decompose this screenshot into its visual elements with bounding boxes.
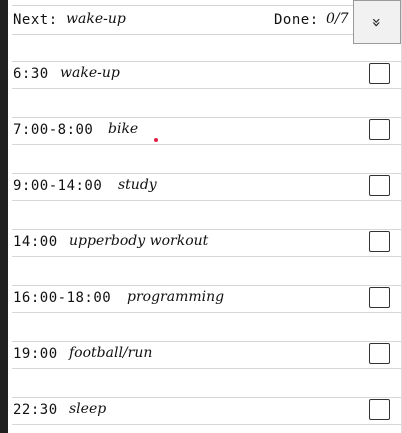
row-divider	[12, 397, 402, 398]
item-checkbox[interactable]	[369, 119, 390, 140]
item-time: 16:00-18:00	[13, 290, 112, 306]
item-time: 14:00	[13, 234, 58, 250]
row-divider	[12, 229, 402, 230]
done-label: Done:	[274, 12, 319, 28]
chevron-double-down-icon: »	[367, 17, 387, 27]
item-checkbox[interactable]	[369, 231, 390, 252]
item-time: 19:00	[13, 346, 58, 362]
row-divider	[12, 61, 402, 62]
list-item: 9:00-14:00 study	[12, 173, 402, 201]
row-divider	[12, 368, 402, 369]
row-divider	[12, 144, 402, 145]
item-task: bike	[108, 121, 139, 137]
item-checkbox[interactable]	[369, 63, 390, 84]
item-time: 6:30	[13, 66, 49, 82]
item-checkbox[interactable]	[369, 399, 390, 420]
row-divider	[12, 88, 402, 89]
list-item: 16:00-18:00 programming	[12, 285, 402, 313]
list-item: 7:00-8:00 bike	[12, 117, 402, 145]
item-checkbox[interactable]	[369, 287, 390, 308]
row-divider	[12, 256, 402, 257]
item-checkbox[interactable]	[369, 175, 390, 196]
row-divider	[12, 424, 402, 425]
row-divider	[12, 200, 402, 201]
done-count: 0/7	[326, 11, 349, 27]
row-divider	[12, 285, 402, 286]
list-item: 19:00 football/run	[12, 341, 402, 369]
next-label: Next:	[13, 12, 58, 28]
list-item: 14:00 upperbody workout	[12, 229, 402, 257]
item-task: football/run	[69, 345, 153, 361]
window-edge-left	[0, 0, 8, 433]
item-time: 22:30	[13, 402, 58, 418]
collapse-toggle-button[interactable]: »	[353, 0, 401, 44]
row-divider	[12, 341, 402, 342]
next-task-value: wake-up	[66, 11, 126, 27]
row-divider	[12, 117, 402, 118]
row-divider	[12, 173, 402, 174]
item-checkbox[interactable]	[369, 343, 390, 364]
item-task: upperbody workout	[69, 233, 209, 249]
item-time: 9:00-14:00	[13, 178, 103, 194]
item-task: sleep	[69, 401, 107, 417]
item-task: study	[118, 177, 157, 193]
cursor-dot	[154, 138, 158, 142]
list-item: 22:30 sleep	[12, 397, 402, 425]
item-task: wake-up	[60, 65, 120, 81]
header-top-divider	[12, 5, 402, 6]
item-task: programming	[127, 289, 225, 305]
item-time: 7:00-8:00	[13, 122, 94, 138]
row-divider	[12, 312, 402, 313]
list-item: 6:30 wake-up	[12, 61, 402, 89]
header-bottom-divider	[12, 34, 402, 35]
